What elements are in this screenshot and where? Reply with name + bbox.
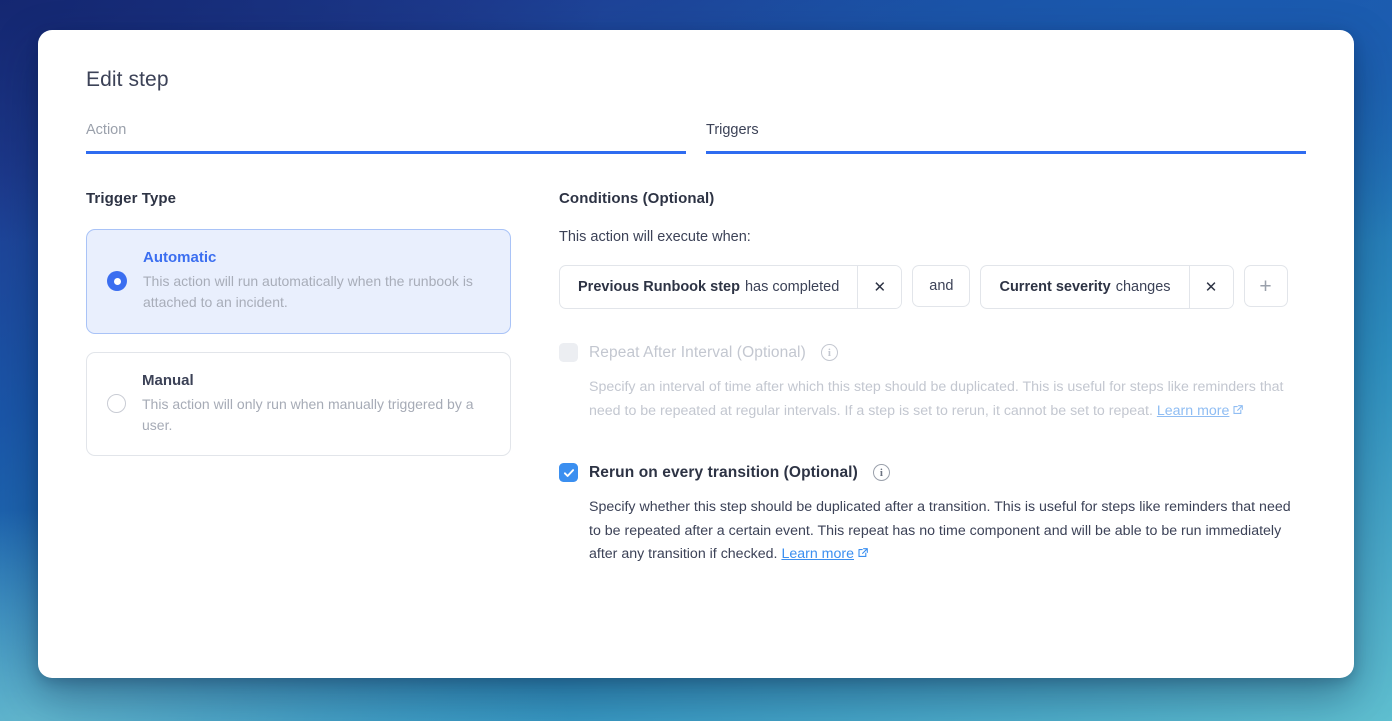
- page-title: Edit step: [86, 68, 169, 91]
- condition-chip-2-predicate: changes: [1115, 279, 1171, 295]
- edit-step-dialog: Edit step Action Triggers Trigger Type A…: [38, 30, 1354, 678]
- radio-automatic-description: This action will run automatically when …: [143, 273, 473, 311]
- option-rerun-on-every-transition: Rerun on every transition (Optional) i S…: [559, 463, 1306, 567]
- rerun-on-every-transition-label: Rerun on every transition (Optional): [589, 463, 858, 481]
- rerun-on-every-transition-info-icon[interactable]: i: [872, 464, 890, 482]
- repeat-after-interval-description: Specify an interval of time after which …: [559, 376, 1306, 423]
- condition-chip-1: Previous Runbook step has completed ✕: [559, 265, 903, 309]
- trigger-type-heading: Trigger Type: [86, 190, 177, 207]
- add-condition-button[interactable]: +: [1243, 265, 1288, 307]
- option-repeat-after-interval: Repeat After Interval (Optional) i Speci…: [559, 343, 1306, 423]
- radio-manual-description: This action will only run when manually …: [142, 395, 474, 433]
- dialog-body: Trigger Type Automatic This action will …: [86, 190, 1306, 607]
- condition-chip-2-text[interactable]: Current severity changes: [981, 266, 1188, 308]
- tab-triggers-label: Triggers: [706, 122, 759, 138]
- option-repeat-header: Repeat After Interval (Optional) i: [559, 343, 1306, 362]
- radio-option-automatic[interactable]: Automatic This action will run automatic…: [86, 229, 511, 334]
- radio-automatic-title: Automatic: [143, 249, 217, 266]
- condition-chip-1-subject: Previous Runbook step: [578, 279, 740, 295]
- option-rerun-header: Rerun on every transition (Optional) i: [559, 463, 1306, 483]
- trigger-type-column: Trigger Type Automatic This action will …: [86, 190, 511, 607]
- condition-chip-2-remove-icon[interactable]: ✕: [1188, 266, 1233, 308]
- conditions-column: Conditions (Optional) This action will e…: [511, 190, 1306, 607]
- rerun-on-every-transition-checkbox[interactable]: [559, 463, 578, 483]
- radio-automatic-icon: [107, 271, 127, 292]
- rerun-on-every-transition-description: Specify whether this step should be dupl…: [559, 496, 1306, 567]
- conditions-heading: Conditions (Optional): [559, 190, 715, 207]
- tab-action-label: Action: [86, 122, 127, 138]
- rerun-learn-more-label: Learn more: [781, 546, 854, 563]
- condition-chip-1-predicate: has completed: [744, 279, 840, 295]
- radio-manual-texts: Manual This action will only run when ma…: [142, 372, 492, 437]
- tab-bar: Action Triggers: [86, 122, 1306, 154]
- radio-automatic-texts: Automatic This action will run automatic…: [143, 249, 492, 314]
- repeat-after-interval-checkbox[interactable]: [559, 343, 578, 362]
- rerun-on-every-transition-description-text: Specify whether this step should be dupl…: [589, 499, 1291, 563]
- repeat-after-interval-learn-more-link[interactable]: Learn more: [1157, 403, 1230, 419]
- radio-manual-icon: [107, 394, 126, 414]
- repeat-after-interval-learn-more-label: Learn more: [1156, 402, 1230, 419]
- tab-action[interactable]: Action: [86, 122, 686, 154]
- repeat-after-interval-info-icon[interactable]: i: [820, 344, 838, 361]
- radio-option-manual[interactable]: Manual This action will only run when ma…: [86, 351, 511, 457]
- condition-chip-2: Current severity changes ✕: [980, 265, 1234, 309]
- conditions-lead-text: This action will execute when:: [559, 229, 751, 245]
- external-link-icon-repeat[interactable]: [1232, 401, 1244, 414]
- radio-manual-title: Manual: [142, 371, 194, 389]
- condition-chip-1-text[interactable]: Previous Runbook step has completed: [560, 266, 857, 308]
- condition-chip-2-subject: Current severity: [999, 279, 1111, 295]
- external-link-icon-rerun[interactable]: [857, 544, 869, 558]
- condition-chip-1-remove-icon[interactable]: ✕: [857, 266, 902, 308]
- rerun-learn-more-link[interactable]: Learn more: [781, 546, 854, 562]
- conditions-row: Previous Runbook step has completed ✕ and…: [559, 265, 1306, 309]
- repeat-after-interval-label: Repeat After Interval (Optional): [589, 343, 806, 361]
- condition-conjunction[interactable]: and: [912, 265, 971, 307]
- tab-triggers[interactable]: Triggers: [706, 122, 1306, 154]
